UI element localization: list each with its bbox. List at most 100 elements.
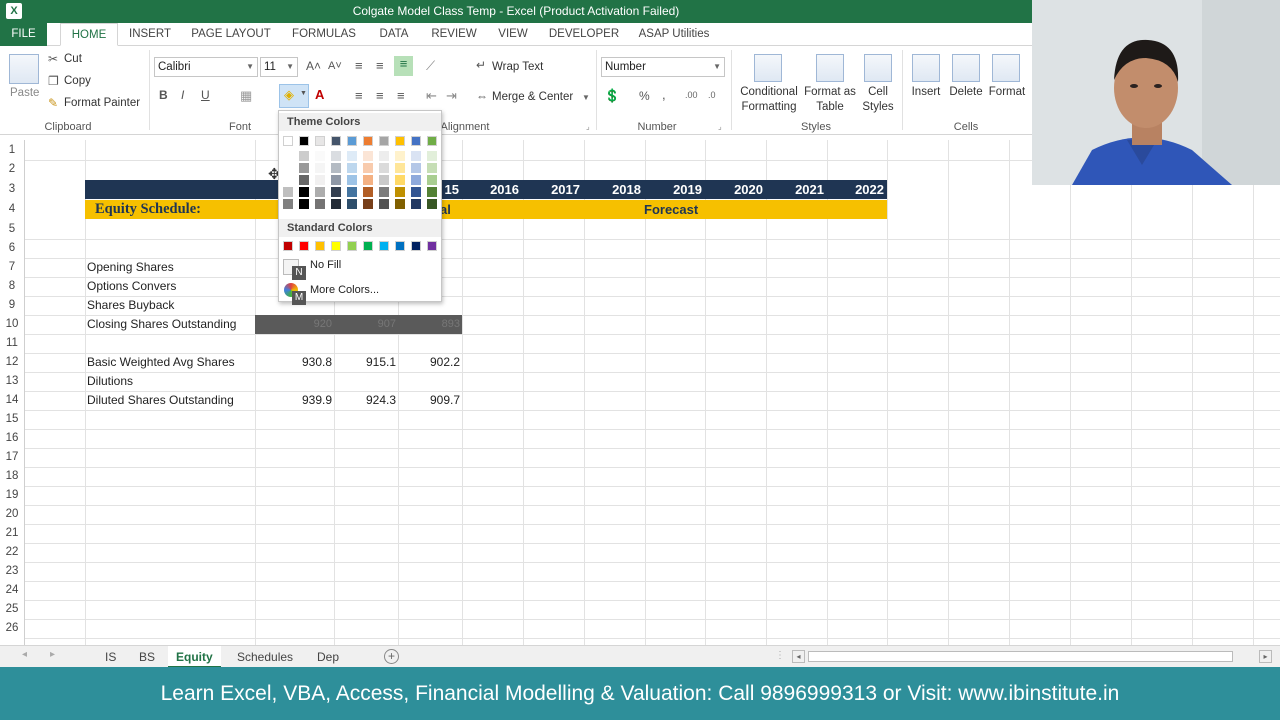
scroll-left-icon[interactable]: ◂ [22,649,27,660]
fill-color-dropdown[interactable]: Theme Colors Standard Colors N No Fill M… [278,110,442,305]
basic-value[interactable]: 902.2 [399,353,460,372]
theme-color-swatch[interactable] [299,136,309,146]
tab-data[interactable]: DATA [372,23,416,46]
align-right-icon[interactable]: ≡ [397,88,405,103]
dialog-launcher-icon[interactable]: ⌟ [718,122,722,131]
standard-color-swatch[interactable] [315,241,325,251]
standard-color-swatch[interactable] [411,241,421,251]
theme-shade-swatch[interactable] [411,175,421,185]
theme-shade-swatch[interactable] [331,187,341,197]
insert-button[interactable]: Insert [904,86,948,98]
decrease-font-icon[interactable]: A˅ [328,60,342,72]
dilutions-label[interactable]: Dilutions [87,372,133,391]
decrease-indent-icon[interactable]: ⇤ [426,88,437,104]
underline-button[interactable]: U [201,88,210,102]
closing-value[interactable]: 920 [256,315,332,334]
sheet-tab-schedules[interactable]: Schedules [229,646,301,668]
theme-shade-swatch[interactable] [331,163,341,173]
align-left-icon[interactable]: ≡ [355,88,363,103]
theme-shade-swatch[interactable] [427,151,437,161]
opening-shares-label[interactable]: Opening Shares [87,258,174,277]
insert-cells-icon[interactable] [912,54,940,82]
theme-shade-swatch[interactable] [363,151,373,161]
scroll-right-icon[interactable]: ▸ [1259,650,1272,663]
conditional-formatting-label-1[interactable]: Conditional [737,86,801,98]
row-header[interactable]: 21 [0,524,24,543]
sheet-tab-bs[interactable]: BS [131,646,163,668]
chevron-down-icon[interactable]: ▼ [246,58,254,76]
theme-shade-swatch[interactable] [411,199,421,209]
number-format-select[interactable]: Number ▼ [601,57,725,77]
format-as-table-icon[interactable] [816,54,844,82]
row-header[interactable]: 17 [0,448,24,467]
comma-button[interactable]: , [662,87,666,102]
closing-value[interactable]: 907 [335,315,396,334]
theme-shade-swatch[interactable] [347,187,357,197]
theme-shade-swatch[interactable] [347,151,357,161]
row-header[interactable]: 4 [0,200,24,219]
standard-color-swatch[interactable] [283,241,293,251]
tab-file[interactable]: FILE [0,23,47,46]
theme-color-swatch[interactable] [427,136,437,146]
theme-shade-swatch[interactable] [283,151,293,161]
row-header[interactable]: 5 [0,220,24,239]
theme-shade-swatch[interactable] [427,199,437,209]
row-header[interactable]: 7 [0,258,24,277]
increase-font-icon[interactable]: A˄ [306,59,321,73]
conditional-formatting-label-2[interactable]: Formatting [737,101,801,113]
row-header[interactable]: 10 [0,315,24,334]
sheet-tab-is[interactable]: IS [97,646,124,668]
standard-color-swatch[interactable] [331,241,341,251]
standard-color-swatch[interactable] [347,241,357,251]
theme-shade-swatch[interactable] [299,175,309,185]
theme-shade-swatch[interactable] [395,175,405,185]
shares-buyback-label[interactable]: Shares Buyback [87,296,174,315]
dialog-launcher-icon[interactable]: ⌟ [586,122,590,131]
no-fill-option[interactable]: No Fill [310,259,341,271]
row-header[interactable]: 25 [0,600,24,619]
theme-shade-swatch[interactable] [395,187,405,197]
theme-shade-swatch[interactable] [347,175,357,185]
align-middle-icon[interactable]: ≡ [376,58,384,73]
diluted-value[interactable]: 939.9 [256,391,332,410]
percent-button[interactable]: % [639,89,650,103]
cut-button[interactable]: Cut [64,53,82,65]
standard-color-swatch[interactable] [363,241,373,251]
theme-shade-swatch[interactable] [283,199,293,209]
decrease-decimal-icon[interactable]: .0 [708,90,716,100]
paste-icon[interactable] [9,54,39,84]
theme-shade-swatch[interactable] [299,187,309,197]
row-header[interactable]: 20 [0,505,24,524]
theme-shade-swatch[interactable] [395,199,405,209]
theme-color-swatch[interactable] [347,136,357,146]
orientation-icon[interactable]: ⟋ [426,58,435,74]
theme-shade-swatch[interactable] [315,187,325,197]
diluted-value[interactable]: 909.7 [399,391,460,410]
theme-shade-swatch[interactable] [363,163,373,173]
wrap-text-button[interactable]: Wrap Text [492,61,543,73]
theme-color-swatch[interactable] [363,136,373,146]
theme-shade-swatch[interactable] [283,163,293,173]
options-convers-label[interactable]: Options Convers [87,277,176,296]
theme-shade-swatch[interactable] [283,187,293,197]
row-header[interactable]: 23 [0,562,24,581]
row-header[interactable]: 26 [0,619,24,638]
theme-shade-swatch[interactable] [331,199,341,209]
row-header[interactable]: 18 [0,467,24,486]
increase-decimal-icon[interactable]: .00 [685,90,698,100]
theme-shade-swatch[interactable] [379,151,389,161]
diluted-value[interactable]: 924.3 [335,391,396,410]
chevron-down-icon[interactable]: ▼ [582,93,590,102]
theme-shade-swatch[interactable] [283,175,293,185]
tab-home[interactable]: HOME [60,23,118,46]
tab-insert[interactable]: INSERT [126,23,174,46]
theme-shade-swatch[interactable] [395,163,405,173]
delete-button[interactable]: Delete [945,86,987,98]
format-painter-button[interactable]: Format Painter [64,97,140,109]
theme-shade-swatch[interactable] [427,163,437,173]
row-header[interactable]: 8 [0,277,24,296]
row-header[interactable]: 14 [0,391,24,410]
theme-shade-swatch[interactable] [427,175,437,185]
accounting-format-icon[interactable]: 💲 [604,88,620,104]
sheet-tab-equity[interactable]: Equity [168,646,221,668]
